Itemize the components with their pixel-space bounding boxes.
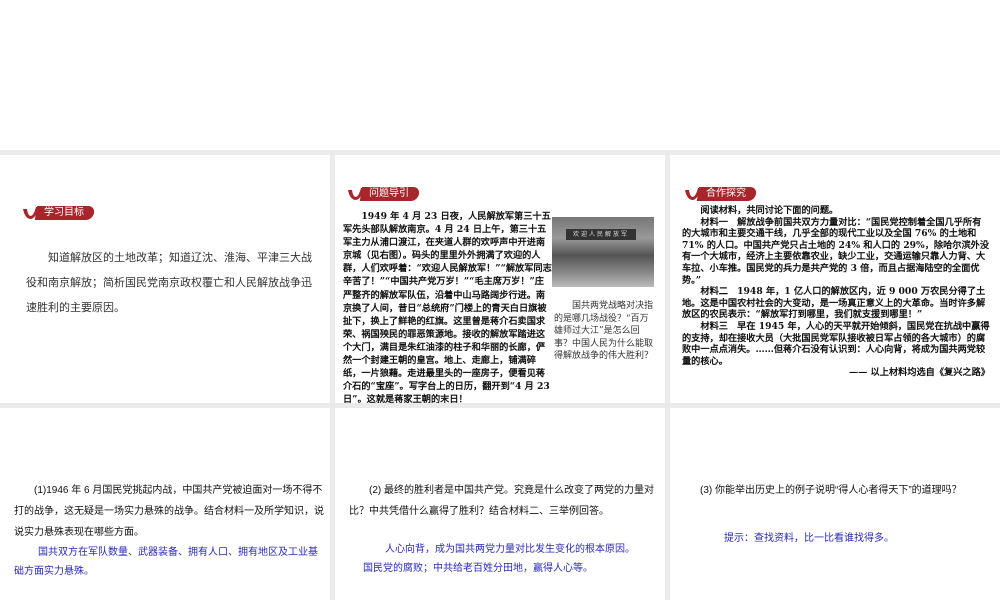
story-text: 1949 年 4 月 23 日夜，人民解放军第三十五军先头部队解放南京。4 月 … (343, 211, 552, 403)
learning-goals-text: 知道解放区的土地改革；知道辽沈、淮海、平津三大战役和南京解放；简析国民党南京政权… (26, 251, 312, 314)
guide-question-caption: 国共两党战略对决指的是哪几场战役？“百万雄师过大江”是怎么回事？中国人民为什么能… (554, 301, 654, 361)
material-three: 材料三 早在 1945 年，人心的天平就开始倾斜，国民党在抗战中赢得的支持，却在… (682, 320, 990, 367)
slide-question-3[interactable]: (3) 你能举出历史上的例子说明“得人心者得天下”的道理吗？ 提示：查找资料，比… (670, 408, 1000, 600)
slide-cooperative-inquiry[interactable]: 合作探究 阅读材料，共同讨论下面的问题。 材料一 解放战争前国共双方力量对比：“… (670, 155, 1000, 403)
blank-header-area (0, 0, 1000, 150)
nanjing-liberation-photo: 欢迎人民解放军 (552, 217, 654, 287)
badge-label: 问题导引 (369, 188, 409, 199)
slide-question-2[interactable]: (2) 最终的胜利者是中国共产党。究竟是什么改变了两党的力量对比？中共凭借什么赢… (335, 408, 665, 600)
section-badge: 问题导引 (347, 187, 421, 201)
answer-line-1: 人心向背，成为国共两党力量对比发生变化的根本原因。 (385, 544, 635, 555)
question-text: (3) 你能举出历史上的例子说明“得人心者得天下”的道理吗？ (700, 485, 962, 496)
material-source: —— 以上材料均选自《复兴之路》 (848, 367, 990, 379)
slide-question-guide[interactable]: 问题导引 1949 年 4 月 23 日夜，人民解放军第三十五军先头部队解放南京… (335, 155, 665, 403)
answer-line-2: 国民党的腐败；中共给老百姓分田地，赢得人心等。 (363, 563, 593, 574)
badge-label: 合作探究 (706, 188, 746, 199)
question-text: (2) 最终的胜利者是中国共产党。究竟是什么改变了两党的力量对比？中共凭借什么赢… (349, 485, 654, 517)
materials-text: 阅读材料，共同讨论下面的问题。 材料一 解放战争前国共双方力量对比：“国民党控制… (682, 205, 990, 379)
section-badge: 合作探究 (684, 187, 758, 201)
badge-label: 学习目标 (44, 207, 84, 218)
slide-learning-goals[interactable]: 学习目标 知道解放区的土地改革；知道辽沈、淮海、平津三大战役和南京解放；简析国民… (0, 155, 330, 403)
intro-line: 阅读材料，共同讨论下面的问题。 (700, 205, 839, 216)
hint-text: 提示：查找资料，比一比看谁找得多。 (724, 533, 894, 544)
question-text: (1)1946 年 6 月国民党挑起内战，中国共产党被迫面对一场不得不打的战争，… (14, 485, 324, 538)
section-badge: 学习目标 (22, 206, 96, 220)
photo-banner: 欢迎人民解放军 (566, 229, 636, 240)
material-two: 材料二 1948 年，1 亿人口的解放区内，近 9 000 万农民分得了土地。这… (682, 286, 986, 321)
slide-question-1[interactable]: (1)1946 年 6 月国民党挑起内战，中国共产党被迫面对一场不得不打的战争，… (0, 408, 330, 600)
answer-text: 国共双方在军队数量、武器装备、拥有人口、拥有地区及工业基础方面实力悬殊。 (14, 547, 318, 577)
material-one: 材料一 解放战争前国共双方力量对比：“国民党控制着全国几乎所有的大城市和主要交通… (682, 216, 990, 286)
